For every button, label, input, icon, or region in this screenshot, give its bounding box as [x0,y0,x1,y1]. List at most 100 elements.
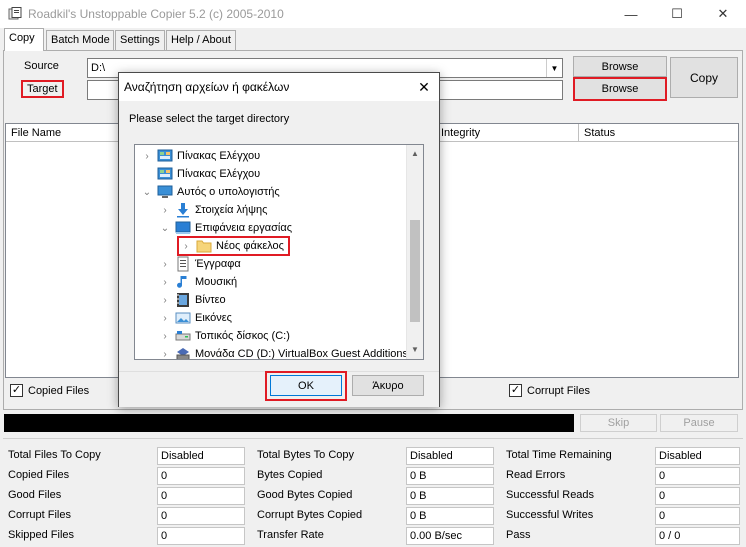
tree-node[interactable]: › Στοιχεία λήψης [159,201,267,219]
scroll-up-arrow-icon[interactable]: ▲ [407,145,423,161]
stat-value: 0 B [406,507,494,525]
chevron-right-icon[interactable]: › [159,258,171,270]
corrupt-files-checkbox[interactable]: ✓ [509,384,522,397]
control-panel-icon [157,148,173,164]
chevron-right-icon[interactable]: › [180,240,192,252]
tree-scrollbar[interactable]: ▲ ▼ [406,145,423,359]
close-button[interactable]: ✕ [700,0,746,28]
tree-node[interactable]: › Έγγραφα [159,255,241,273]
chevron-down-icon[interactable]: ⌄ [159,222,171,234]
stat-label: Corrupt Files [8,509,71,521]
stat-value: 0 [157,487,245,505]
target-browse-button[interactable]: Browse [573,77,667,101]
chevron-right-icon[interactable] [141,168,153,180]
documents-icon [175,256,191,272]
chevron-down-icon[interactable]: ▼ [546,59,562,77]
tree-node[interactable]: ⌄ Επιφάνεια εργασίας [159,219,292,237]
column-status[interactable]: Status [579,124,738,142]
stat-label: Copied Files [8,469,70,481]
stat-label: Corrupt Bytes Copied [257,509,363,521]
chevron-right-icon[interactable]: › [159,348,171,360]
copied-files-checkbox[interactable]: ✓ [10,384,23,397]
copied-files-option[interactable]: ✓ Copied Files [10,384,89,397]
cancel-button[interactable]: Άκυρο [352,375,424,396]
video-icon [175,292,191,308]
stat-value: 0 [655,467,740,485]
tree-node-label: Νέος φάκελος [216,240,284,252]
stat-label: Transfer Rate [257,529,324,541]
skip-button[interactable]: Skip [580,414,657,432]
tree-node-label: Έγγραφα [195,258,241,270]
chevron-right-icon[interactable]: › [159,330,171,342]
tab-copy[interactable]: Copy [4,28,44,51]
column-integrity[interactable]: Integrity [436,124,579,142]
tree-node-label: Επιφάνεια εργασίας [195,222,293,234]
chevron-right-icon[interactable]: › [141,150,153,162]
maximize-button[interactable]: ☐ [654,0,700,28]
tree-node[interactable]: › Μουσική [159,273,237,291]
check-icon: ✓ [510,384,521,396]
stat-label: Skipped Files [8,529,75,541]
tree-node[interactable]: › Βίντεο [159,291,226,309]
tree-node-label: Μουσική [195,276,238,288]
tree-node-label: Μονάδα CD (D:) VirtualBox Guest Addition… [195,348,409,360]
tree-node-label: Στοιχεία λήψης [195,204,268,216]
stat-value: 0 B [406,487,494,505]
downloads-icon [175,202,191,218]
title-bar: Roadkil's Unstoppable Copier 5.2 (c) 200… [0,0,746,28]
source-value: D:\ [91,62,106,74]
tab-batch-mode[interactable]: Batch Mode [46,30,114,50]
tree-node-label: Εικόνες [195,312,232,324]
stat-value: Disabled [157,447,245,465]
chevron-right-icon[interactable]: › [159,294,171,306]
tree-node[interactable]: ⌄ Αυτός ο υπολογιστής [141,183,280,201]
stat-value: 0 [157,527,245,545]
corrupt-files-option[interactable]: ✓ Corrupt Files [509,384,590,397]
close-icon: ✕ [418,78,430,95]
stat-label: Total Time Remaining [506,449,612,461]
cd-drive-icon [175,346,191,359]
desktop-icon [175,220,191,236]
tree-node[interactable]: Πίνακας Ελέγχου [141,165,260,183]
browse-folder-dialog: Αναζήτηση αρχείων ή φακέλων ✕ Please sel… [118,72,440,407]
tree-node[interactable]: › Μονάδα CD (D:) VirtualBox Guest Additio… [159,345,409,360]
chevron-right-icon[interactable]: › [159,276,171,288]
scroll-down-arrow-icon[interactable]: ▼ [407,341,423,357]
ok-button[interactable]: OK [270,375,342,396]
corrupt-files-label: Corrupt Files [527,384,590,397]
stat-label: Good Bytes Copied [257,489,353,501]
tree-node[interactable]: › Νέος φάκελος [177,236,290,256]
folder-tree[interactable]: › Πίνακας Ελέγχου Πίνακας Ελέγχου ⌄ Αυτός ο … [134,144,424,360]
stat-value: Disabled [655,447,740,465]
stat-value: 0 B [406,467,494,485]
stat-label: Bytes Copied [257,469,323,481]
stat-value: 0 [157,507,245,525]
tab-settings[interactable]: Settings [115,30,165,50]
chevron-right-icon[interactable]: › [159,312,171,324]
tree-node[interactable]: › Τοπικός δίσκος (C:) [159,327,290,345]
stat-label: Total Bytes To Copy [257,449,355,461]
pause-button[interactable]: Pause [660,414,738,432]
music-icon [175,274,191,290]
tree-node[interactable]: › Εικόνες [159,309,232,327]
stats-panel [3,438,743,545]
tree-node-label: Βίντεο [195,294,226,306]
computer-icon [157,184,173,200]
scrollbar-thumb[interactable] [410,220,420,322]
minimize-button[interactable]: — [608,0,654,28]
stat-label: Read Errors [506,469,566,481]
dialog-close-button[interactable]: ✕ [409,73,439,101]
dialog-title: Αναζήτηση αρχείων ή φακέλων [124,80,290,94]
chevron-right-icon[interactable]: › [159,204,171,216]
stat-value: Disabled [406,447,494,465]
source-browse-button[interactable]: Browse [573,56,667,77]
folder-icon [196,238,212,254]
dialog-prompt: Please select the target directory [129,113,290,125]
target-label: Target [21,80,64,98]
tab-help-about[interactable]: Help / About [166,30,236,50]
chevron-down-icon[interactable]: ⌄ [141,186,153,198]
copy-button[interactable]: Copy [670,57,738,98]
progress-bar [4,414,574,432]
tree-node[interactable]: › Πίνακας Ελέγχου [141,147,260,165]
window-title: Roadkil's Unstoppable Copier 5.2 (c) 200… [28,7,284,21]
